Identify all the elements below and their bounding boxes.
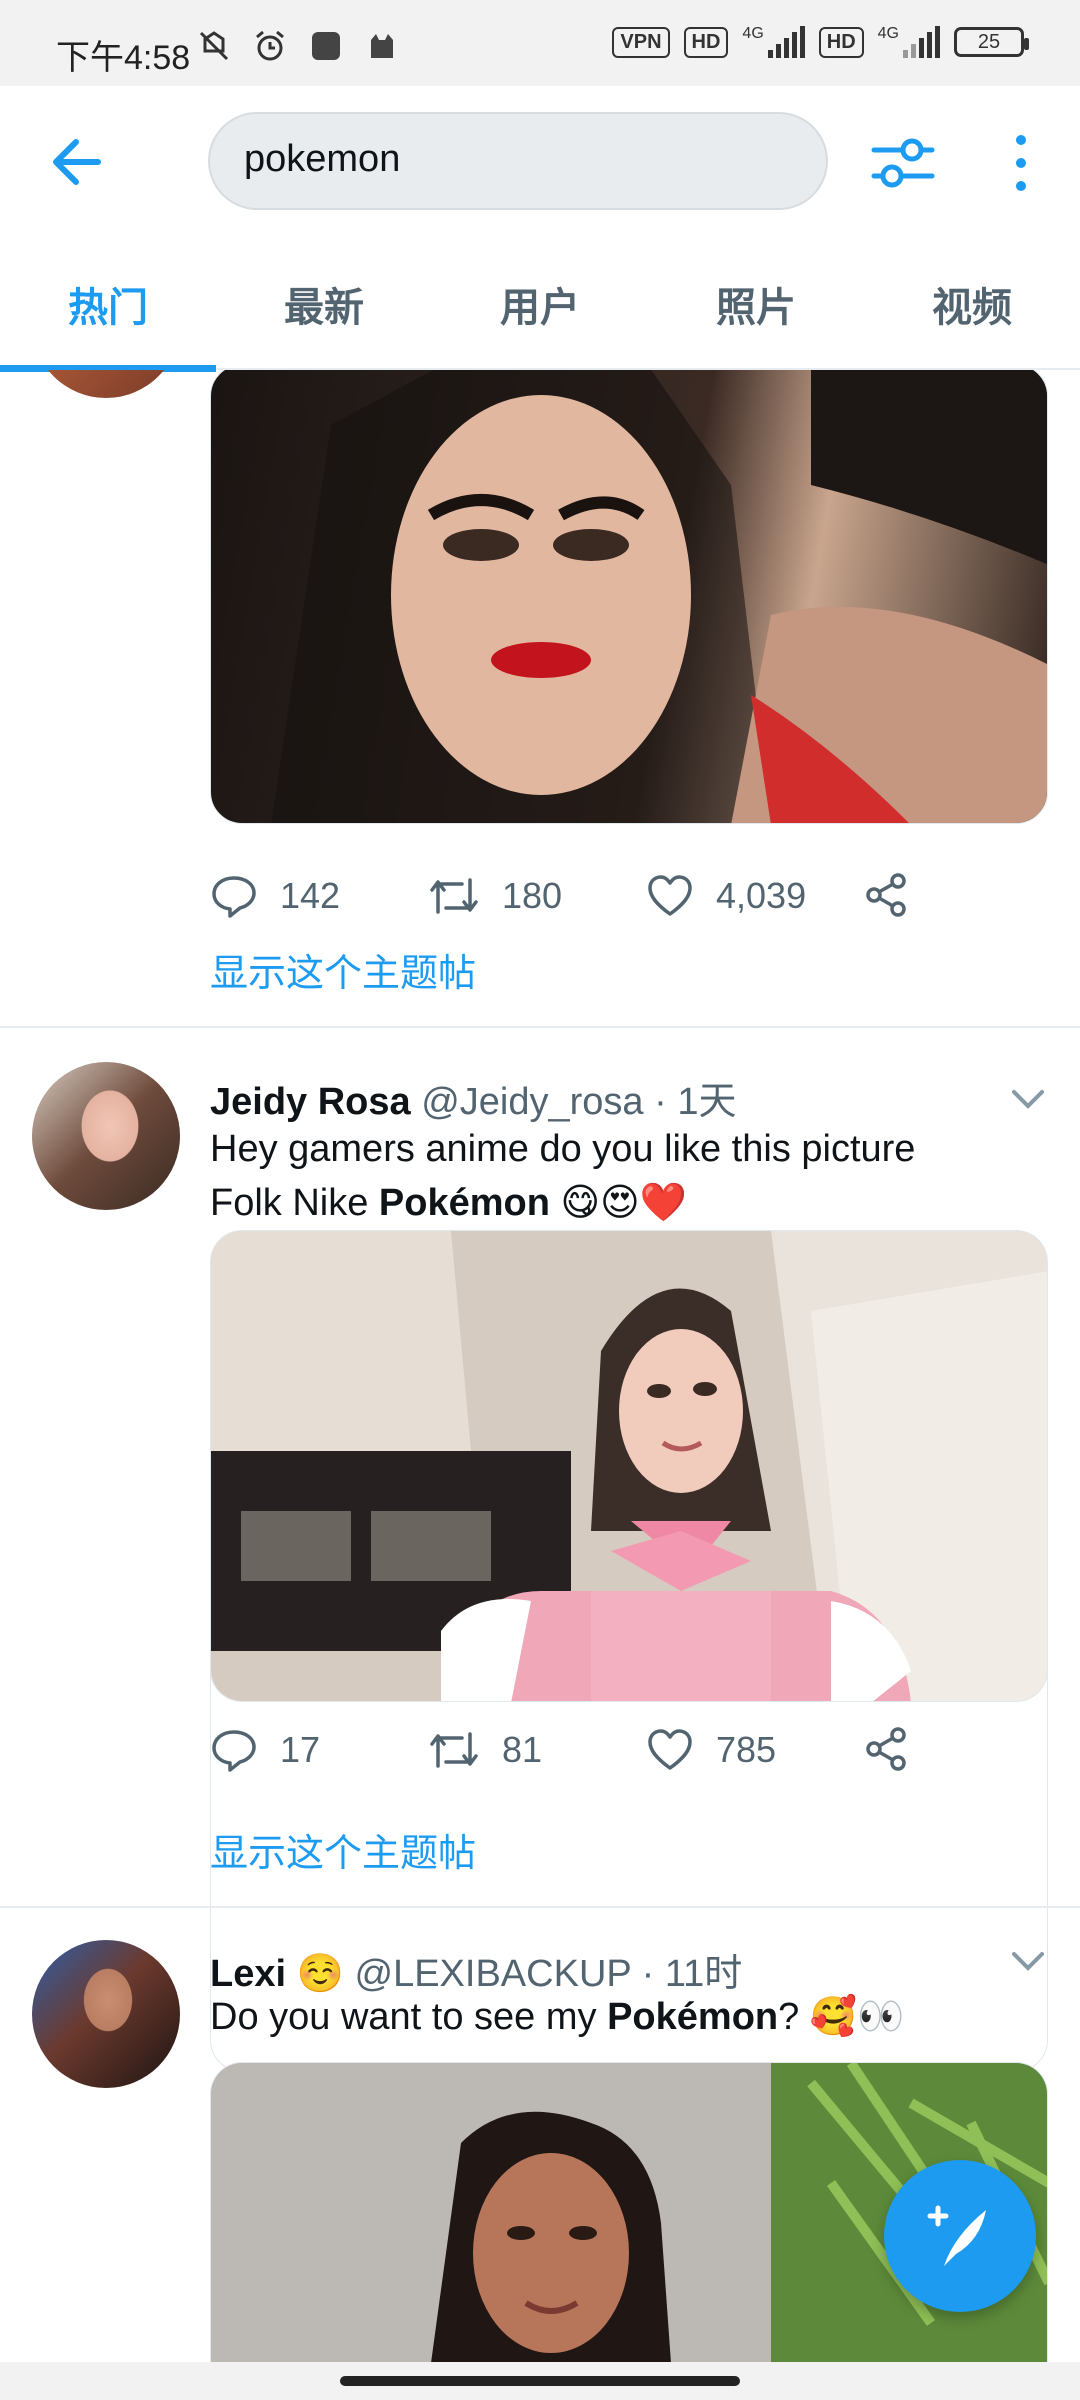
tab-top[interactable]: 热门 [0,238,216,372]
user-handle[interactable]: @Jeidy_rosa [421,1081,643,1123]
chevron-down-icon [1012,1090,1044,1109]
user-name[interactable]: Lexi [210,1953,286,1995]
tweet-text-plain: Do you want to see my [210,1996,608,2038]
tweet-header: Jeidy Rosa @Jeidy_rosa · 1天 [210,1070,736,1125]
tweet-header: Lexi ☺️ @LEXIBACKUP · 11时 [210,1942,742,1997]
signal-icon-2 [903,26,940,58]
search-header [0,86,1080,238]
tweet-text: Hey gamers anime do you like this pictur… [210,1122,1040,1230]
hd-badge-2: HD [818,26,864,58]
search-filter-button[interactable] [868,128,938,198]
hd-badge: HD [683,26,729,58]
app-square-icon [308,28,344,64]
tab-latest[interactable]: 最新 [216,238,432,370]
share-icon [866,1727,906,1771]
network-type-label-2: 4G [877,25,899,42]
avatar[interactable] [32,370,180,398]
sliders-icon [871,138,935,188]
tweet-text-highlight: Pokémon [378,1182,550,1224]
vpn-badge: VPN [612,26,670,58]
avatar[interactable] [32,1940,180,2088]
arrow-left-icon [53,139,101,185]
search-input[interactable] [244,138,784,181]
cat-icon [364,28,400,64]
user-name[interactable]: Jeidy Rosa [210,1081,411,1123]
reply-count: 142 [280,875,341,916]
tweet-actions: 142 180 4,039 [210,872,930,932]
home-gesture-handle[interactable] [340,2376,740,2386]
heart-icon [648,875,692,916]
reply-icon [212,1730,256,1772]
back-button[interactable] [46,130,110,194]
tweet-item[interactable]: 142 180 4,039 显示这个主题帖 [0,370,1080,1026]
tweet-text-emoji: ? 🥰👀 [778,1996,905,2038]
like-count: 785 [716,1729,777,1770]
tweet-menu-button[interactable] [1008,1946,1048,1976]
tweet-text-emoji: 😋😍❤️ [549,1182,688,1224]
tweet-time: 1天 [677,1081,737,1123]
tweet-time: 11时 [664,1953,743,1995]
tweet-text-line: Folk Nike Pokémon 😋😍❤️ [210,1176,1040,1230]
retweet-count: 81 [502,1729,543,1770]
search-box[interactable] [208,112,828,210]
separator-dot: · [654,1081,667,1123]
compose-tweet-button[interactable] [884,2160,1036,2312]
user-name-emoji: ☺️ [296,1953,344,1995]
status-system-icons: VPN HD 4G HD 4G 25 [612,25,1029,58]
tweet-text-plain: Folk Nike [210,1182,379,1224]
reply-button[interactable]: 142 [210,872,340,920]
tweet-text-highlight: Pokémon [607,1996,779,2038]
tweet-text-line: Hey gamers anime do you like this pictur… [210,1128,916,1170]
status-time: 下午4:58 [56,39,191,77]
feather-plus-icon [927,2205,986,2266]
share-icon [866,873,906,917]
retweet-icon [430,878,478,914]
vibrate-off-icon [196,28,232,64]
tweet-photo[interactable] [210,1230,1048,1702]
tweet-photo[interactable] [210,370,1048,824]
show-thread-link[interactable]: 显示这个主题帖 [210,1822,476,1877]
more-options-button[interactable] [996,126,1046,200]
like-count: 4,039 [716,875,807,916]
retweet-button[interactable]: 180 [428,872,562,920]
like-button[interactable]: 4,039 [646,872,806,920]
status-notification-icons [196,28,400,64]
status-bar: 下午4:58 VPN HD 4G HD 4G 25 [0,0,1080,86]
battery-icon: 25 [954,27,1029,57]
alarm-icon [252,28,288,64]
tweet-menu-button[interactable] [1008,1084,1048,1114]
retweet-icon [430,1732,478,1768]
reply-count: 17 [280,1729,321,1770]
system-nav-bar [0,2362,1080,2400]
chevron-down-icon [1012,1952,1044,1971]
network-type-label: 4G [742,25,764,42]
heart-icon [648,1729,692,1770]
tweet-text: Do you want to see my Pokémon? 🥰👀 [210,1990,1040,2044]
like-button[interactable]: 785 [646,1726,776,1774]
share-button[interactable] [864,872,910,918]
search-tabs: 热门 最新 用户 照片 视频 [0,238,1080,372]
divider [0,1906,1080,1908]
retweet-count: 180 [502,875,563,916]
more-vertical-icon [1016,135,1026,191]
retweet-button[interactable]: 81 [428,1726,542,1774]
signal-icon [767,26,805,58]
tweet-actions: 17 81 785 [210,1726,930,1786]
share-button[interactable] [864,1726,910,1772]
separator-dot: · [641,1953,655,1995]
show-thread-link[interactable]: 显示这个主题帖 [210,942,476,997]
tab-videos[interactable]: 视频 [864,238,1080,370]
avatar[interactable] [32,1062,180,1210]
reply-icon [212,876,256,918]
user-handle[interactable]: @LEXIBACKUP [355,1953,632,1995]
reply-button[interactable]: 17 [210,1726,320,1774]
tab-people[interactable]: 用户 [432,238,648,370]
tab-photos[interactable]: 照片 [648,238,864,370]
